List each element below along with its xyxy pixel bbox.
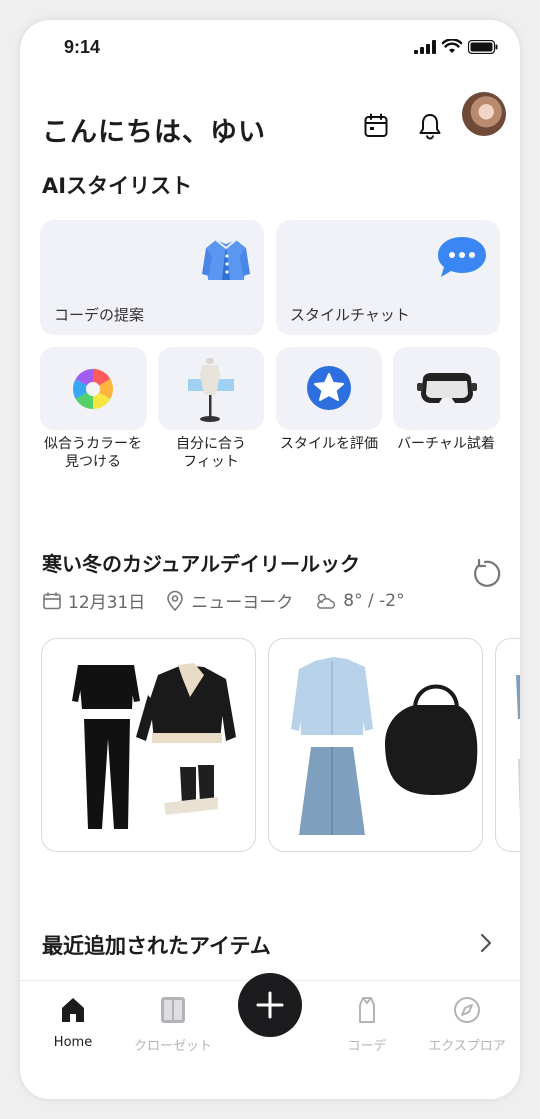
wifi-icon	[442, 39, 462, 53]
tab-explore-label: エクスプロア	[428, 1039, 506, 1054]
phone-screen: 9:14 こんにちは、ゆい AIスタイリスト コーデの提案 スタイルチャット 似…	[20, 20, 520, 1099]
mannequin-icon	[188, 358, 234, 422]
outfit-card[interactable]	[268, 638, 483, 852]
fit-label-line2: フィット	[183, 454, 239, 470]
look-date: 12月31日	[68, 593, 146, 613]
next-outfit-image	[516, 675, 520, 819]
plus-icon	[256, 991, 284, 1019]
battery-icon	[468, 39, 498, 54]
vr-headset-icon	[417, 373, 477, 403]
greeting-title: こんにちは、ゆい	[42, 117, 266, 148]
star-badge-icon	[307, 366, 351, 410]
status-bar: 9:14	[20, 20, 520, 76]
find-colors-label: 似合うカラーを 見つける	[38, 435, 148, 471]
style-chat-card[interactable]: スタイルチャット	[276, 220, 500, 335]
find-colors-label-line1: 似合うカラーを	[44, 436, 142, 452]
tab-home-label: Home	[53, 1035, 93, 1050]
outfit-icon	[359, 997, 375, 1023]
notification-bell-icon[interactable]	[416, 112, 444, 140]
rate-style-card[interactable]	[276, 347, 382, 430]
ai-stylist-title: AIスタイリスト	[42, 174, 193, 198]
outfit-card[interactable]	[495, 638, 520, 852]
winter-outfit-image	[72, 663, 236, 829]
style-chat-label: スタイルチャット	[290, 306, 410, 324]
home-icon	[62, 998, 84, 1022]
calendar-icon[interactable]	[362, 112, 390, 140]
tab-outfits[interactable]: コーデ	[317, 995, 417, 1054]
daily-look-title: 寒い冬のカジュアルデイリールック	[42, 552, 360, 576]
status-time: 9:14	[64, 37, 101, 57]
look-weather: 8° / -2°	[343, 590, 405, 611]
tab-closet-label: クローゼット	[133, 1039, 212, 1054]
denim-outfit-image	[291, 657, 478, 835]
chat-bubble-icon	[438, 237, 486, 277]
location-pin-icon	[167, 590, 184, 611]
outfit-suggestion-card[interactable]: コーデの提案	[40, 220, 264, 335]
partly-cloudy-icon	[317, 593, 336, 609]
find-colors-label-line2: 見つける	[65, 454, 121, 470]
tab-closet[interactable]: クローゼット	[123, 995, 223, 1054]
bottom-tab-bar: Home クローゼット コーデ エクスプロア	[20, 973, 520, 1099]
fit-card[interactable]	[158, 347, 264, 430]
fit-label-line1: 自分に合う	[176, 436, 246, 452]
look-location: ニューヨーク	[191, 593, 294, 613]
outfit-suggestion-label: コーデの提案	[54, 306, 145, 324]
chevron-right-icon[interactable]	[478, 932, 494, 954]
rate-style-label: スタイルを評価	[280, 436, 378, 452]
recent-items-title: 最近追加されたアイテム	[42, 934, 271, 958]
virtual-try-on-label: バーチャル試着	[397, 436, 495, 452]
outfit-card[interactable]	[41, 638, 256, 852]
color-wheel-icon	[73, 369, 113, 409]
tab-outfits-label: コーデ	[347, 1039, 387, 1054]
home-header: こんにちは、ゆい	[42, 92, 506, 148]
daily-look-meta: 12月31日 ニューヨーク 8° / -2°	[42, 588, 419, 613]
tab-home[interactable]: Home	[23, 995, 123, 1050]
cardigan-icon	[202, 239, 250, 280]
add-button[interactable]	[238, 973, 302, 1037]
fit-label: 自分に合う フィット	[156, 435, 266, 471]
status-icons	[414, 39, 498, 54]
cellular-signal-icon	[414, 39, 436, 54]
closet-icon	[161, 997, 185, 1023]
compass-icon	[454, 997, 480, 1023]
find-colors-card[interactable]	[40, 347, 147, 430]
calendar-small-icon	[43, 592, 61, 609]
refresh-icon[interactable]	[469, 558, 501, 590]
virtual-try-on-card[interactable]	[393, 347, 500, 430]
user-avatar[interactable]	[462, 92, 506, 136]
tab-explore[interactable]: エクスプロア	[417, 995, 517, 1054]
